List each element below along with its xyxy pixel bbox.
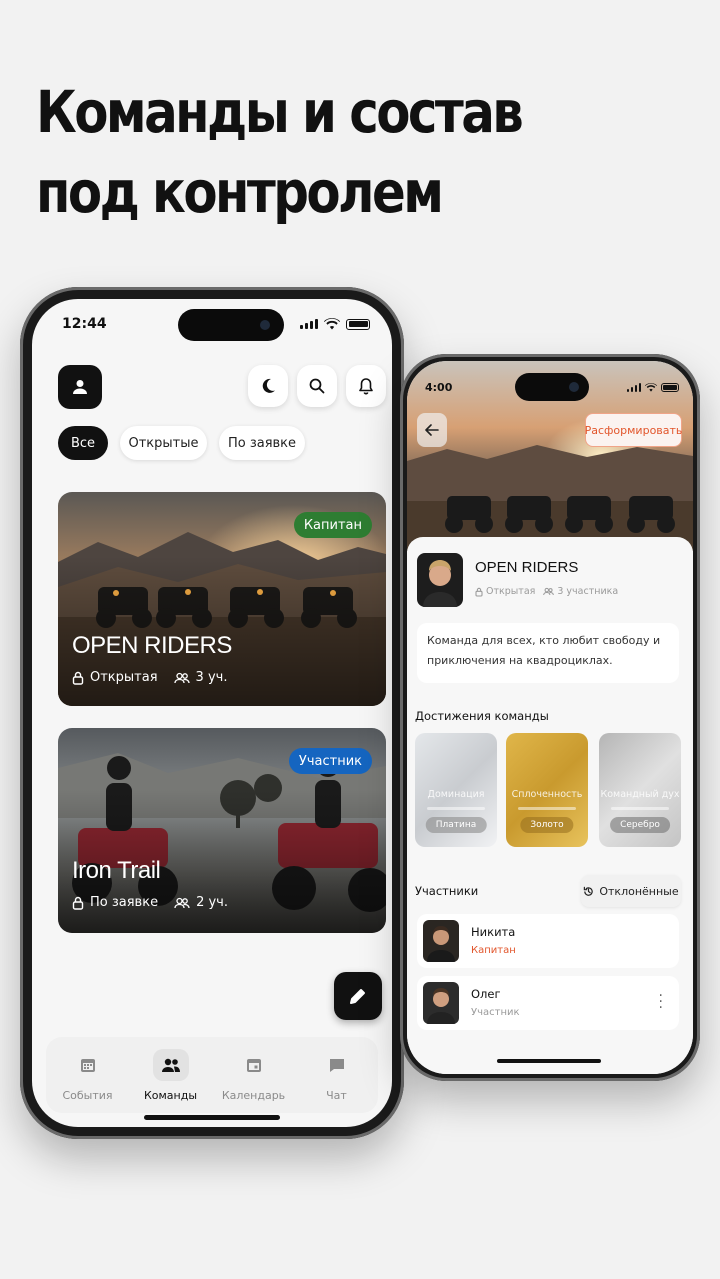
tab-chat[interactable]: Чат <box>297 1049 377 1102</box>
achievement-name: Сплоченность <box>511 789 583 800</box>
calendar-icon <box>246 1058 261 1072</box>
team-meta: По заявке 2 уч. <box>72 895 228 910</box>
achievement-name: Доминация <box>427 789 485 800</box>
tab-label: Команды <box>143 1088 198 1102</box>
team-access: Открытая <box>486 586 536 597</box>
team-members: 3 уч. <box>195 670 228 685</box>
signal-icon <box>627 383 641 392</box>
status-time: 12:44 <box>62 316 107 332</box>
lock-icon <box>475 587 483 597</box>
status-time: 4:00 <box>425 381 453 394</box>
member-role: Участник <box>471 1007 520 1018</box>
lock-icon <box>72 896 84 910</box>
achievement-name: Командный дух <box>600 789 680 800</box>
bottom-tab-bar: События Команды Календарь Чат <box>46 1037 378 1113</box>
tab-events[interactable]: События <box>48 1049 128 1102</box>
team-members: 3 участника <box>557 586 619 597</box>
tab-label: Календарь <box>221 1088 286 1102</box>
team-card-open-riders[interactable]: Капитан OPEN RIDERS Открытая 3 уч. <box>58 492 386 706</box>
dynamic-island <box>178 309 284 341</box>
member-name: Никита <box>471 925 516 939</box>
headline: Команды и состав под контролем <box>36 72 586 232</box>
wifi-icon <box>324 318 340 330</box>
headline-line-1: Команды и состав <box>36 78 524 146</box>
home-indicator[interactable] <box>497 1059 601 1063</box>
rejected-members-button[interactable]: Отклонённые <box>581 875 681 907</box>
bell-icon <box>359 378 373 395</box>
phone-team-detail: 4:00 Расформировать OPEN RIDERS Открытая… <box>400 354 700 1081</box>
chat-icon <box>329 1058 344 1072</box>
filter-chip-by-request[interactable]: По заявке <box>219 426 305 460</box>
rejected-label: Отклонённые <box>599 884 679 898</box>
team-card-iron-trail[interactable]: Участник Iron Trail По заявке 2 уч. <box>58 728 386 933</box>
team-description: Команда для всех, кто любит свободу и пр… <box>417 623 679 683</box>
avatar <box>423 920 459 962</box>
role-badge: Участник <box>288 748 372 774</box>
people-icon <box>161 1058 180 1072</box>
phone-teams-list: 12:44 Все Открытые По заявке Капитан OPE… <box>20 287 404 1139</box>
battery-icon <box>346 318 370 330</box>
achievement-tier: Золото <box>520 817 574 833</box>
calendar-grid-icon <box>80 1058 95 1072</box>
achievements-title: Достижения команды <box>415 709 549 723</box>
search-icon <box>309 378 325 394</box>
arrow-left-icon <box>425 424 439 436</box>
team-name: Iron Trail <box>72 857 161 884</box>
back-button[interactable] <box>417 413 447 447</box>
history-icon <box>584 886 594 896</box>
member-name: Олег <box>471 987 501 1001</box>
member-role: Капитан <box>471 945 516 956</box>
team-meta: Открытая 3 уч. <box>72 670 227 685</box>
filter-chip-all[interactable]: Все <box>58 426 108 460</box>
members-title: Участники <box>415 884 479 898</box>
lock-icon <box>72 671 84 685</box>
headline-line-2: под контролем <box>36 158 444 226</box>
people-icon <box>543 587 555 596</box>
status-icons <box>627 383 679 392</box>
member-row[interactable]: Олег Участник · · · <box>417 976 679 1030</box>
team-detail-sheet: OPEN RIDERS Открытая 3 участника Команда… <box>407 537 693 1074</box>
team-name: OPEN RIDERS <box>72 632 232 659</box>
more-options-icon[interactable]: · · · <box>659 989 663 1015</box>
team-access: По заявке <box>90 895 159 910</box>
home-indicator[interactable] <box>144 1115 280 1120</box>
filter-chip-open[interactable]: Открытые <box>120 426 207 460</box>
tab-label: Чат <box>326 1088 347 1102</box>
wifi-icon <box>645 383 657 392</box>
achievement-card[interactable]: Командный дух Серебро <box>599 733 681 847</box>
tab-teams[interactable]: Команды <box>131 1048 211 1102</box>
people-icon <box>173 672 190 683</box>
tab-label: События <box>62 1088 113 1102</box>
team-avatar <box>417 553 463 607</box>
people-icon <box>174 897 190 908</box>
achievement-tier: Серебро <box>610 817 670 833</box>
avatar <box>423 982 459 1024</box>
search-button[interactable] <box>297 365 337 407</box>
screen-teams-list: 12:44 Все Открытые По заявке Капитан OPE… <box>32 299 392 1127</box>
create-team-button[interactable] <box>334 972 382 1020</box>
theme-toggle-button[interactable] <box>248 365 288 407</box>
pencil-icon <box>350 989 365 1004</box>
achievement-tier: Платина <box>425 817 487 833</box>
role-badge: Капитан <box>293 512 372 538</box>
team-meta: Открытая 3 участника <box>475 586 618 597</box>
disband-team-button[interactable]: Расформировать <box>585 413 682 447</box>
profile-button[interactable] <box>58 365 102 409</box>
dynamic-island <box>515 373 589 401</box>
member-row[interactable]: Никита Капитан <box>417 914 679 968</box>
status-icons <box>300 318 370 330</box>
team-access: Открытая <box>90 670 158 685</box>
team-members: 2 уч. <box>196 895 228 910</box>
signal-icon <box>300 319 318 329</box>
notifications-button[interactable] <box>346 365 386 407</box>
moon-icon <box>262 378 275 393</box>
tab-calendar[interactable]: Календарь <box>214 1049 294 1102</box>
achievement-card[interactable]: Сплоченность Золото <box>506 733 588 847</box>
battery-icon <box>661 383 679 392</box>
screen-team-detail: 4:00 Расформировать OPEN RIDERS Открытая… <box>407 361 693 1074</box>
team-name: OPEN RIDERS <box>475 559 579 576</box>
user-icon <box>73 380 87 394</box>
achievement-card[interactable]: Доминация Платина <box>415 733 497 847</box>
